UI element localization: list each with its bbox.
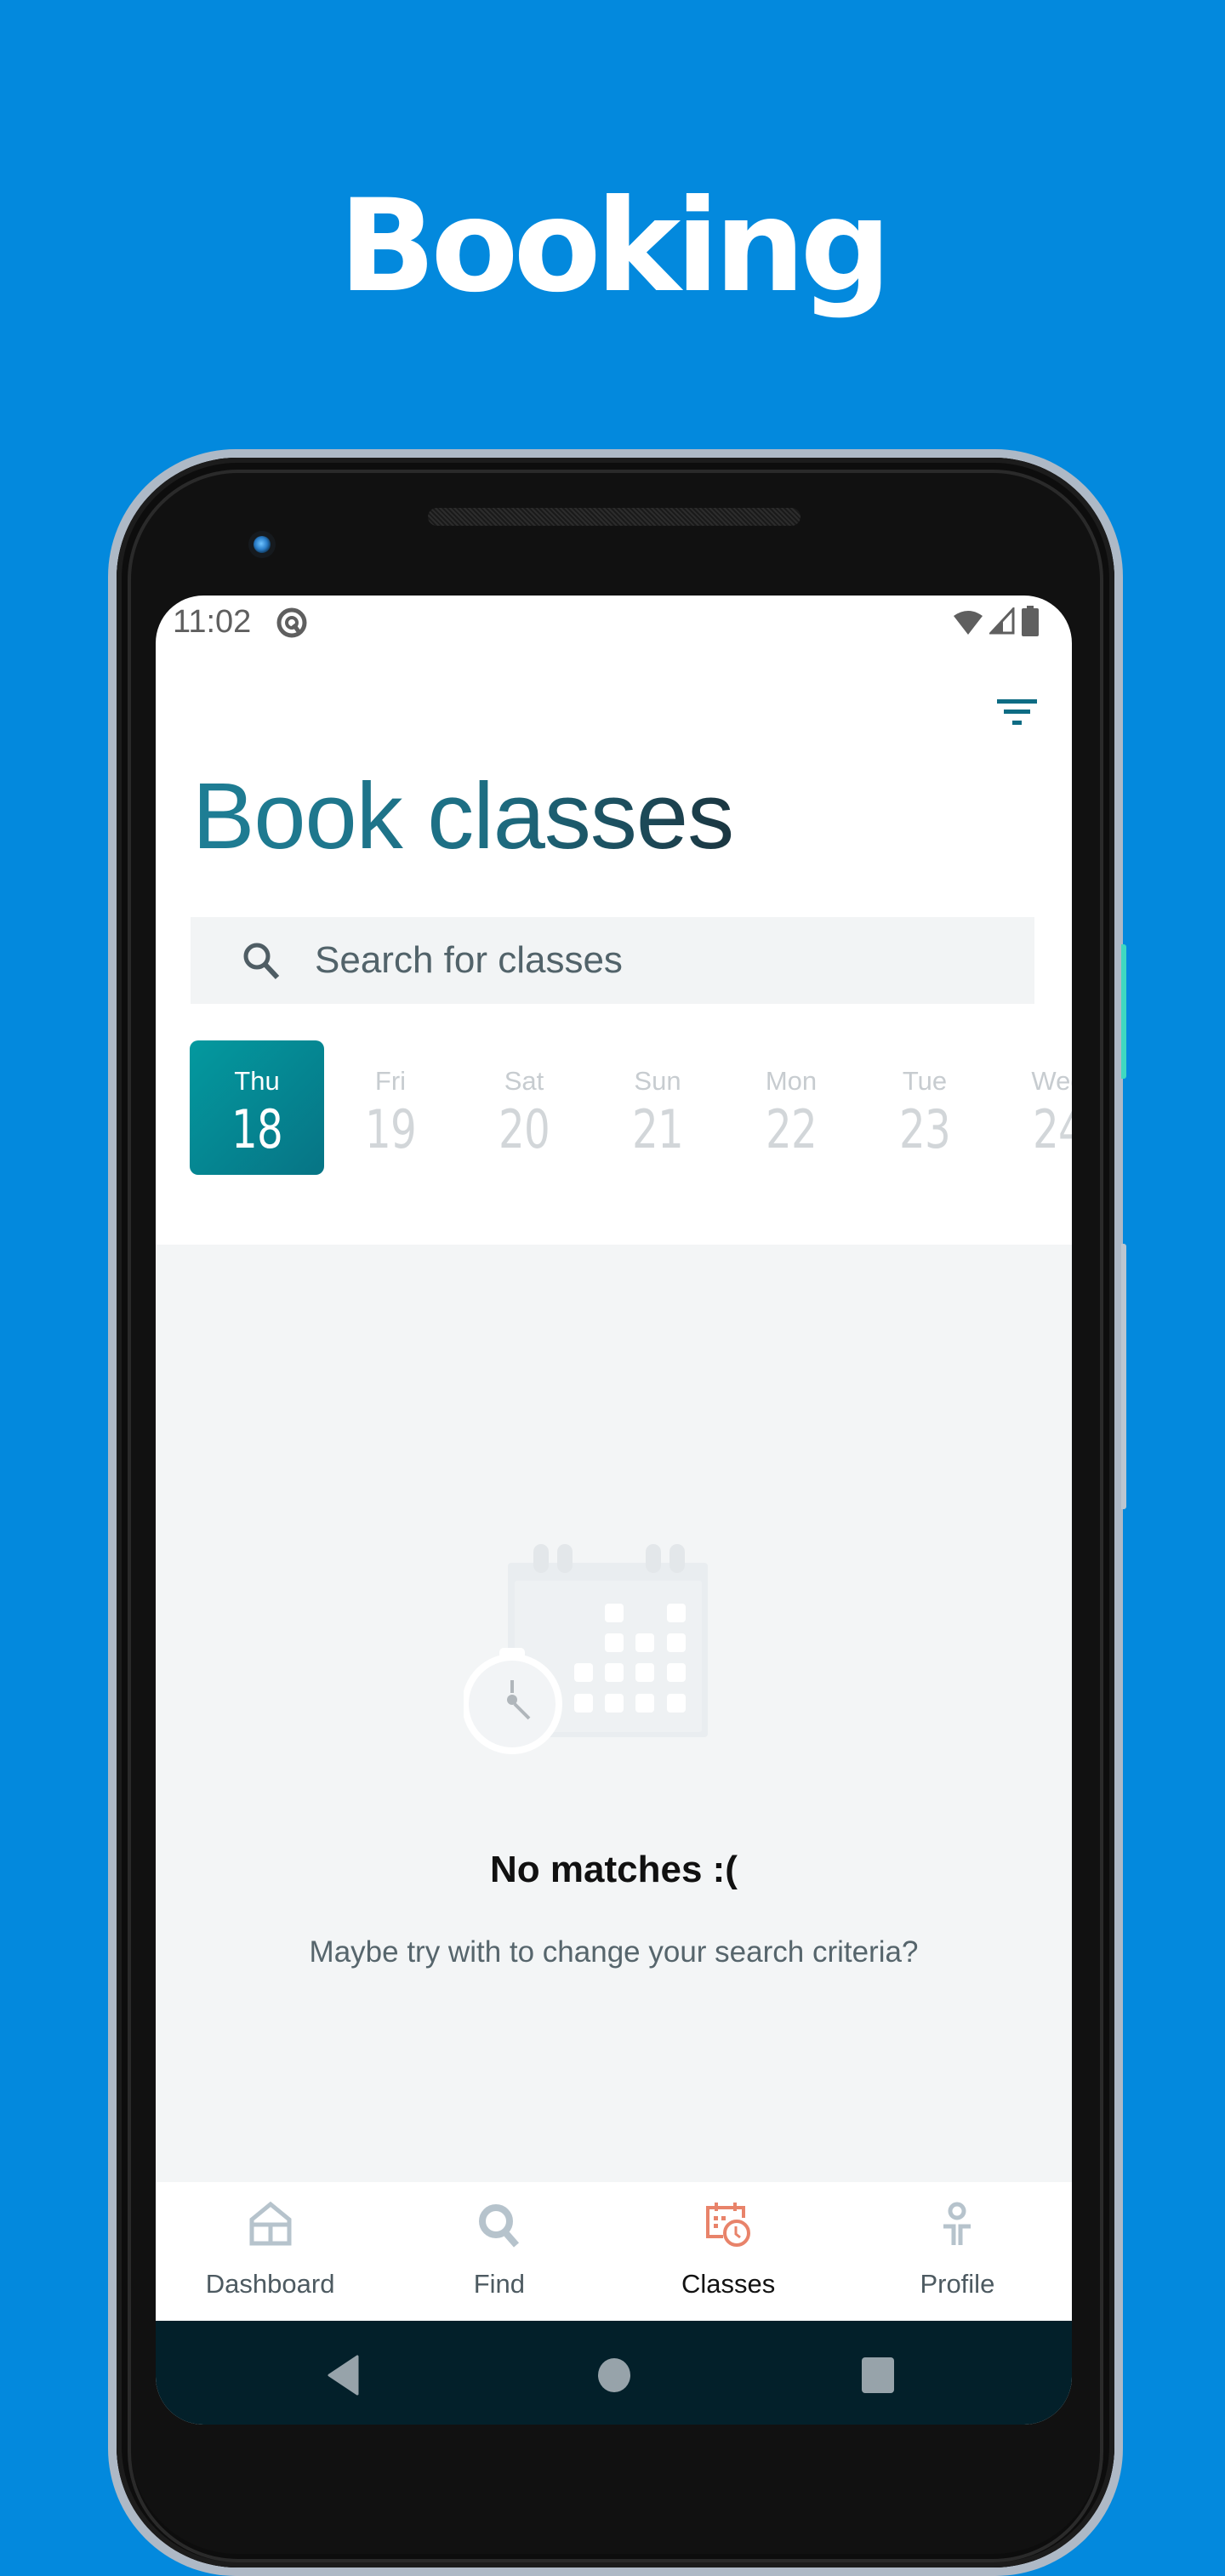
date-dow: Sun bbox=[634, 1066, 681, 1096]
search-icon bbox=[243, 943, 280, 980]
date-tile-sun[interactable]: Sun 21 bbox=[590, 1040, 725, 1175]
date-dow: Sat bbox=[504, 1066, 544, 1096]
nav-item-profile[interactable]: Profile bbox=[843, 2182, 1072, 2321]
date-day: 20 bbox=[499, 1098, 550, 1160]
date-tile-sat[interactable]: Sat 20 bbox=[457, 1040, 591, 1175]
back-icon[interactable] bbox=[326, 2355, 360, 2396]
date-dow: Mon bbox=[765, 1066, 818, 1096]
search-icon bbox=[478, 2204, 519, 2248]
search-input[interactable] bbox=[313, 938, 963, 983]
date-tile-mon[interactable]: Mon 22 bbox=[724, 1040, 858, 1175]
date-tile-thu[interactable]: Thu 18 bbox=[190, 1040, 324, 1175]
phone-volume-button bbox=[1121, 1244, 1126, 1509]
nav-label: Classes bbox=[681, 2269, 776, 2299]
calendar-clock-icon bbox=[706, 2203, 751, 2247]
nav-label: Profile bbox=[920, 2269, 995, 2299]
date-dow: Wed bbox=[1031, 1066, 1072, 1096]
date-tile-wed[interactable]: Wed 24 bbox=[991, 1040, 1072, 1175]
date-tile-fri[interactable]: Fri 19 bbox=[323, 1040, 458, 1175]
promo-title: Booking bbox=[339, 173, 892, 321]
date-dow: Tue bbox=[902, 1066, 948, 1096]
person-icon bbox=[943, 2202, 971, 2245]
date-day: 23 bbox=[899, 1098, 951, 1160]
wifi-icon bbox=[954, 611, 983, 635]
front-camera bbox=[254, 536, 271, 553]
earpiece-speaker bbox=[428, 508, 801, 526]
search-box[interactable] bbox=[191, 917, 1034, 1004]
phone-screen: 11:02 Book classes Thu 18 bbox=[156, 596, 1072, 2425]
battery-icon bbox=[1022, 606, 1039, 636]
date-day: 22 bbox=[766, 1098, 818, 1160]
date-strip: Thu 18 Fri 19 Sat 20 Sun 21 Mon 22 Tue 2… bbox=[190, 1040, 1072, 1177]
dnd-icon bbox=[276, 607, 307, 638]
date-day: 24 bbox=[1033, 1098, 1072, 1160]
nav-item-dashboard[interactable]: Dashboard bbox=[156, 2182, 385, 2321]
home-icon bbox=[249, 2201, 292, 2246]
filter-icon bbox=[997, 699, 1037, 725]
date-tile-tue[interactable]: Tue 23 bbox=[858, 1040, 992, 1175]
signal-icon bbox=[989, 607, 1015, 635]
empty-state-title: No matches :( bbox=[490, 1849, 738, 1890]
nav-label: Dashboard bbox=[205, 2269, 335, 2299]
status-time: 11:02 bbox=[173, 604, 252, 640]
nav-item-find[interactable]: Find bbox=[385, 2182, 613, 2321]
phone-power-button bbox=[1121, 944, 1126, 1079]
bottom-navigation: Dashboard Find Classes Profile bbox=[156, 2182, 1072, 2321]
calendar-clock-illustration bbox=[464, 1544, 708, 1754]
home-button-icon[interactable] bbox=[597, 2357, 631, 2394]
system-navigation-bar bbox=[156, 2321, 1072, 2425]
filter-button[interactable] bbox=[989, 689, 1057, 740]
page-title: Book classes bbox=[192, 761, 734, 872]
empty-state-subtitle: Maybe try with to change your search cri… bbox=[309, 1935, 919, 1969]
date-day: 18 bbox=[231, 1098, 283, 1160]
date-dow: Fri bbox=[374, 1066, 407, 1096]
nav-item-classes[interactable]: Classes bbox=[614, 2182, 843, 2321]
nav-label: Find bbox=[473, 2269, 526, 2299]
recents-icon[interactable] bbox=[861, 2357, 895, 2394]
date-dow: Thu bbox=[234, 1066, 280, 1096]
date-day: 21 bbox=[632, 1098, 684, 1160]
date-day: 19 bbox=[365, 1098, 417, 1160]
